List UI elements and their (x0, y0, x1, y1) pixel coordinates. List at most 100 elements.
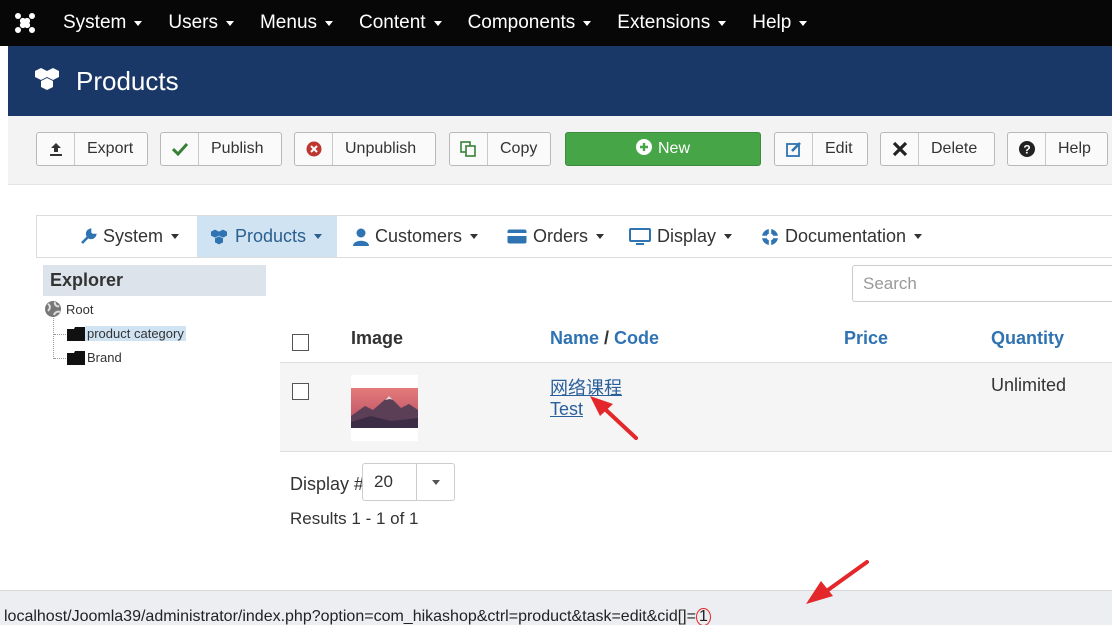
joomla-logo-icon[interactable] (0, 12, 50, 34)
top-menu-content[interactable]: Content (346, 12, 455, 34)
products-table: Image Name / Code Price Quantity 网络课程 Te… (280, 318, 1112, 452)
caret-down-icon (724, 234, 733, 239)
status-url-text: localhost/Joomla39/administrator/index.p… (4, 608, 696, 625)
subnav-label: Products (235, 226, 307, 246)
caret-down-icon (914, 234, 923, 239)
question-circle-icon: ? (1008, 133, 1046, 165)
product-code-link[interactable]: Test (550, 399, 583, 420)
subnav-label: Orders (533, 226, 589, 246)
sort-code-link[interactable]: Code (614, 328, 659, 348)
table-header: Image Name / Code Price Quantity (280, 318, 1112, 363)
tree-line (53, 313, 54, 359)
folder-icon (67, 326, 85, 341)
product-name-link[interactable]: 网络课程 (550, 374, 622, 400)
caret-down-icon (314, 234, 323, 239)
top-menu-extensions[interactable]: Extensions (604, 12, 739, 34)
display-limit-value: 20 (363, 464, 417, 500)
status-url-id: 1 (695, 608, 711, 625)
results-count: Results 1 - 1 of 1 (290, 509, 419, 528)
top-menu: System Users Menus Content Components Ex… (50, 12, 820, 34)
top-menu-label: System (63, 12, 127, 33)
top-menu-components[interactable]: Components (455, 12, 605, 34)
top-menu-label: Menus (259, 12, 318, 33)
display-label: Display # (290, 474, 365, 494)
export-button[interactable]: Export (36, 132, 148, 166)
delete-button[interactable]: Delete (880, 132, 995, 166)
copy-icon (450, 133, 488, 165)
toolbar: Export Publish Unpublish Copy New Edit D… (8, 116, 1112, 185)
tree-node-product-category[interactable]: product category (67, 326, 186, 341)
tree-node-label: product category (85, 326, 186, 341)
caret-down-icon (596, 234, 605, 239)
top-menu-label: Components (467, 12, 576, 33)
subnav-display[interactable]: Display (629, 216, 733, 257)
help-label: Help (1058, 140, 1091, 157)
search-input[interactable] (852, 265, 1112, 302)
cubes-icon (211, 229, 227, 244)
sort-quantity-link[interactable]: Quantity (991, 328, 1064, 349)
edit-button[interactable]: Edit (774, 132, 868, 166)
top-menubar: System Users Menus Content Components Ex… (0, 0, 1112, 46)
edit-icon (775, 133, 813, 165)
plus-circle-icon (635, 138, 652, 160)
subnav-label: Customers (375, 226, 463, 246)
times-circle-icon (295, 133, 333, 165)
product-thumbnail[interactable] (351, 375, 418, 441)
user-icon (353, 228, 369, 246)
close-icon (881, 133, 919, 165)
page-header: Products (8, 46, 1112, 116)
row-checkbox[interactable] (292, 383, 309, 400)
subnav-system[interactable]: System (65, 216, 193, 257)
delete-label: Delete (931, 140, 978, 157)
new-label: New (657, 140, 690, 157)
tree-node-root[interactable]: Root (44, 300, 93, 318)
credit-card-icon (507, 229, 527, 244)
subnav-label: System (103, 226, 164, 246)
table-row: 网络课程 Test Unlimited (280, 363, 1112, 452)
caret-down-icon (799, 20, 808, 26)
new-button[interactable]: New (565, 132, 761, 166)
subnav-products[interactable]: Products (197, 216, 337, 257)
help-button[interactable]: ? Help (1007, 132, 1108, 166)
tree-line (54, 334, 68, 335)
folder-icon (67, 350, 85, 365)
explorer-title: Explorer (43, 265, 266, 296)
publish-button[interactable]: Publish (160, 132, 282, 166)
tree-node-brand[interactable]: Brand (67, 350, 122, 365)
sort-price-link[interactable]: Price (844, 328, 888, 349)
edit-label: Edit (825, 140, 853, 157)
top-menu-menus[interactable]: Menus (247, 12, 346, 34)
copy-label: Copy (500, 140, 538, 157)
top-menu-label: Users (168, 12, 218, 33)
unpublish-button[interactable]: Unpublish (294, 132, 436, 166)
caret-down-icon (134, 20, 143, 26)
column-separator: / (599, 328, 615, 348)
cubes-icon (34, 67, 60, 96)
top-menu-help[interactable]: Help (739, 12, 820, 34)
browser-status-bar: localhost/Joomla39/administrator/index.p… (0, 590, 1112, 625)
svg-text:?: ? (1023, 143, 1030, 157)
top-menu-system[interactable]: System (50, 12, 155, 34)
select-all-checkbox[interactable] (292, 334, 309, 351)
export-label: Export (87, 140, 134, 157)
tree-node-label: Root (66, 301, 94, 317)
subnav-customers[interactable]: Customers (353, 216, 479, 257)
display-limit-select[interactable]: 20 (362, 463, 455, 501)
unpublish-label: Unpublish (345, 140, 417, 157)
page-title: Products (76, 65, 179, 96)
status-url: localhost/Joomla39/administrator/index.p… (4, 608, 711, 625)
subnav-label: Display (657, 226, 717, 246)
copy-button[interactable]: Copy (449, 132, 551, 166)
product-quantity: Unlimited (991, 375, 1067, 395)
subnav-documentation[interactable]: Documentation (761, 216, 923, 257)
top-menu-label: Content (359, 12, 426, 33)
subnav-orders[interactable]: Orders (507, 216, 605, 257)
tree-node-label: Brand (87, 350, 122, 365)
product-image (351, 388, 418, 428)
sort-name-link[interactable]: Name (550, 328, 599, 348)
caret-down-icon (417, 464, 454, 500)
caret-down-icon (225, 20, 234, 26)
upload-icon (37, 133, 75, 165)
top-menu-users[interactable]: Users (155, 12, 247, 34)
caret-down-icon (718, 20, 727, 26)
